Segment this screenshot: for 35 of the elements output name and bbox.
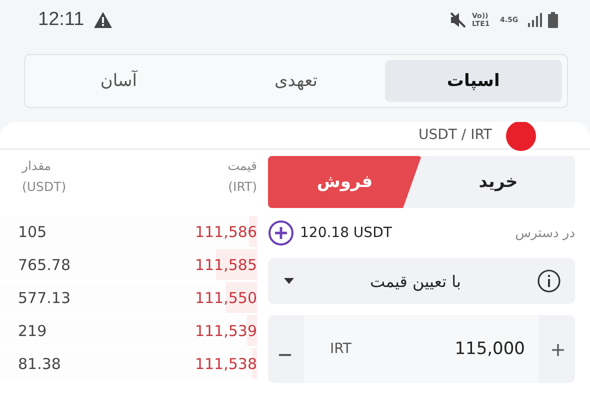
available-label: در دسترس — [515, 226, 575, 240]
mute-icon — [450, 12, 466, 28]
battery-icon — [548, 12, 558, 28]
warning-icon — [94, 12, 112, 28]
order-type-dropdown[interactable]: با تعیین قیمت — [268, 258, 575, 304]
market-tab[interactable]: تعهدی — [207, 60, 385, 102]
amount-cell: 577.13 — [18, 288, 70, 306]
plus-circle-icon[interactable] — [268, 220, 294, 246]
price-cell: 111,538 — [194, 354, 257, 372]
market-tab[interactable]: اسپات — [384, 60, 562, 102]
side-tab[interactable]: خرید — [422, 156, 575, 208]
amount-cell: 219 — [18, 322, 47, 340]
info-icon[interactable] — [537, 269, 561, 293]
price-cell: 111,585 — [194, 256, 257, 274]
available-balance: 120.18 USDT — [300, 225, 392, 241]
plus-icon — [552, 344, 564, 356]
signal-icon — [528, 13, 542, 27]
column-header: قیمت — [228, 158, 257, 173]
column-header: مقدار — [22, 158, 52, 173]
price-cell: 111,586 — [194, 222, 257, 240]
price-cell: 111,539 — [194, 322, 257, 340]
amount-cell: 765.78 — [18, 256, 70, 274]
market-tab[interactable]: آسان — [30, 60, 208, 102]
caret-icon — [284, 278, 294, 284]
column-unit: (IRT) — [228, 179, 257, 194]
price-cell: 111,550 — [194, 288, 257, 306]
amount-cell: 105 — [18, 222, 47, 240]
side-tab[interactable]: فروش — [268, 156, 422, 208]
minus-icon — [279, 354, 291, 356]
column-unit: (USDT) — [22, 179, 66, 194]
price-field[interactable]: IRT 115,000 — [304, 315, 539, 383]
coin-icon — [506, 122, 536, 151]
status-time: 12:11 — [38, 9, 84, 31]
amount-cell: 81.38 — [18, 354, 61, 372]
pair-label: USDT / IRT — [418, 127, 492, 143]
